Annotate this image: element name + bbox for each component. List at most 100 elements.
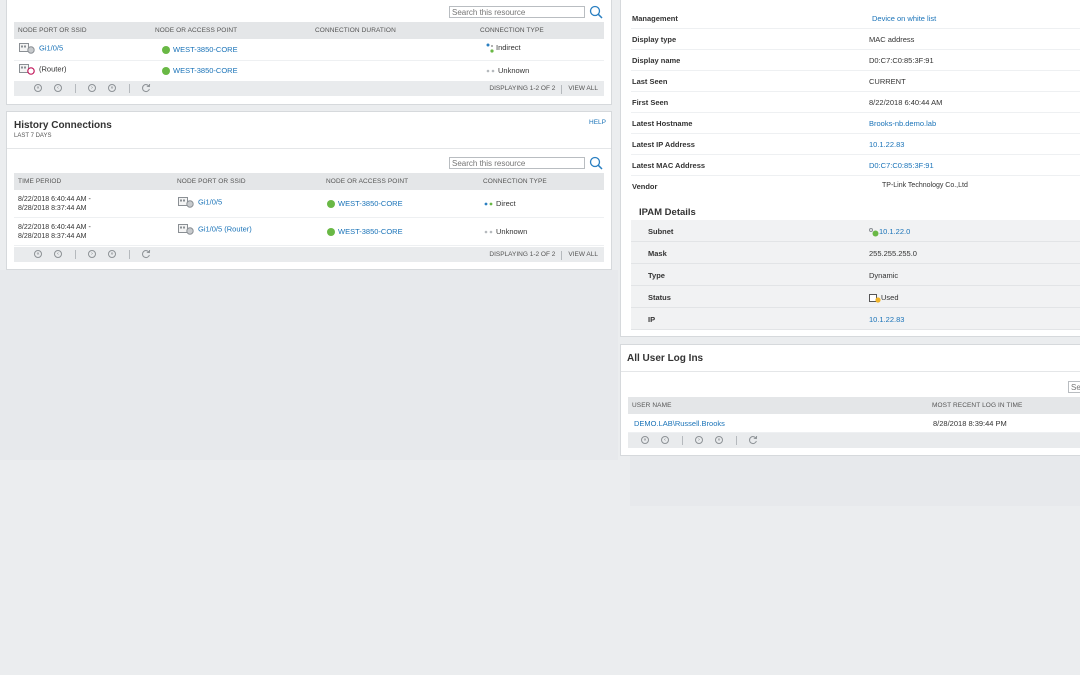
first-page-icon[interactable]: « — [34, 250, 42, 258]
connection-type-cell: Unknown — [486, 66, 529, 75]
displaying-count: DISPLAYING 1-2 OF 2 — [489, 251, 556, 258]
search-icon[interactable] — [589, 156, 603, 170]
next-page-icon[interactable]: › — [88, 84, 96, 92]
detail-row-ip-address: Latest IP Address 10.1.22.83 — [631, 133, 1080, 155]
ip-link[interactable]: 10.1.22.83 — [869, 315, 904, 324]
connection-type-cell: Direct — [484, 199, 516, 208]
port-link[interactable]: Gi1/0/5 — [198, 197, 222, 206]
period-end: 8/28/2018 8:37:44 AM — [18, 233, 87, 240]
user-logins-panel: All User Log Ins USER NAME MOST RECENT L… — [620, 344, 1080, 456]
ipam-label: IP — [648, 315, 656, 324]
refresh-icon[interactable] — [141, 249, 151, 259]
ipam-value: 10.1.22.0 — [869, 227, 910, 237]
current-connections-panel: NODE PORT OR SSID NODE OR ACCESS POINT C… — [6, 0, 612, 105]
node-link[interactable]: WEST-3850-CORE — [173, 66, 238, 75]
column-header[interactable]: USER NAME — [632, 402, 672, 409]
refresh-icon[interactable] — [748, 435, 758, 445]
node-link[interactable]: WEST-3850-CORE — [338, 227, 403, 236]
search-input[interactable] — [449, 6, 585, 18]
next-page-icon[interactable]: › — [88, 250, 96, 258]
search-row — [449, 5, 603, 19]
table-header: NODE PORT OR SSID NODE OR ACCESS POINT C… — [14, 22, 604, 39]
view-all-link[interactable]: VIEW ALL — [568, 251, 598, 260]
subnet-link[interactable]: 10.1.22.0 — [879, 227, 910, 236]
detail-label: Latest Hostname — [632, 119, 693, 128]
divider — [129, 84, 130, 93]
port-text: (Router) — [39, 64, 67, 74]
router-icon — [19, 64, 35, 75]
column-header[interactable]: NODE PORT OR SSID — [177, 178, 246, 185]
next-page-icon[interactable]: › — [695, 436, 703, 444]
search-input[interactable] — [449, 157, 585, 169]
status-up-icon — [327, 228, 335, 237]
table-row: (Router) WEST-3850-CORE Unknown — [14, 60, 604, 82]
column-header[interactable]: NODE OR ACCESS POINT — [155, 27, 237, 34]
port-link[interactable]: Gi1/0/5 (Router) — [198, 224, 252, 233]
detail-label: Last Seen — [632, 77, 668, 86]
first-page-icon[interactable]: « — [34, 84, 42, 92]
table-row: DEMO.LAB\Russell.Brooks 8/28/2018 8:39:4… — [628, 414, 1080, 433]
subnet-icon — [869, 227, 879, 237]
connection-type-text: Unknown — [496, 227, 528, 236]
ipam-row-mask: Mask 255.255.255.0 — [631, 242, 1080, 264]
connection-type-text: Direct — [496, 199, 516, 208]
status-text: Used — [881, 293, 899, 302]
column-header[interactable]: CONNECTION TYPE — [483, 178, 547, 185]
refresh-icon[interactable] — [141, 83, 151, 93]
last-page-icon[interactable]: » — [108, 84, 116, 92]
prev-page-icon[interactable]: ‹ — [54, 250, 62, 258]
search-row — [449, 156, 603, 170]
divider — [621, 371, 1080, 372]
switch-port-icon — [178, 224, 194, 235]
detail-value: CURRENT — [869, 77, 906, 86]
column-header[interactable]: NODE PORT OR SSID — [18, 27, 87, 34]
node-link[interactable]: WEST-3850-CORE — [338, 199, 403, 208]
ipam-label: Status — [648, 293, 671, 302]
first-page-icon[interactable]: « — [641, 436, 649, 444]
displaying-count: DISPLAYING 1-2 OF 2 — [489, 85, 556, 92]
prev-page-icon[interactable]: ‹ — [661, 436, 669, 444]
ip-address-link[interactable]: 10.1.22.83 — [869, 140, 904, 149]
login-time: 8/28/2018 8:39:44 PM — [933, 419, 1007, 428]
node-cell: WEST-3850-CORE — [162, 66, 238, 76]
divider — [75, 84, 76, 93]
pager: « ‹ › » DISPLAYING 1-2 OF 2 VIEW ALL — [14, 247, 604, 262]
node-link[interactable]: WEST-3850-CORE — [173, 45, 238, 54]
port-cell: (Router) — [19, 64, 67, 75]
prev-page-icon[interactable]: ‹ — [54, 84, 62, 92]
column-background — [0, 270, 618, 460]
user-name-link[interactable]: DEMO.LAB\Russell.Brooks — [634, 419, 725, 428]
table-row: 8/22/2018 6:40:44 AM - 8/28/2018 8:37:44 … — [14, 190, 604, 218]
management-link[interactable]: Device on white list — [872, 14, 936, 23]
mac-address-link[interactable]: D0:C7:C0:85:3F:91 — [869, 161, 934, 170]
ipam-row-ip: IP 10.1.22.83 — [631, 308, 1080, 330]
port-cell: Gi1/0/5 — [178, 197, 222, 208]
last-page-icon[interactable]: » — [108, 250, 116, 258]
hostname-link[interactable]: Brooks-nb.demo.lab — [869, 119, 936, 128]
detail-label: Display name — [632, 56, 681, 65]
view-all-link[interactable]: VIEW ALL — [568, 85, 598, 94]
connection-type-cell: Unknown — [484, 227, 527, 236]
column-header[interactable]: CONNECTION TYPE — [480, 27, 544, 34]
column-header[interactable]: MOST RECENT LOG IN TIME — [932, 402, 1022, 409]
node-cell: WEST-3850-CORE — [327, 199, 403, 209]
help-link[interactable]: HELP — [589, 119, 606, 126]
period-start: 8/22/2018 6:40:44 AM - — [18, 196, 91, 203]
port-link[interactable]: Gi1/0/5 — [39, 43, 63, 52]
last-page-icon[interactable]: » — [715, 436, 723, 444]
column-header[interactable]: CONNECTION DURATION — [315, 27, 396, 34]
column-header[interactable]: TIME PERIOD — [18, 178, 61, 185]
detail-row-display-type: Display type MAC address — [631, 28, 1080, 50]
column-header[interactable]: NODE OR ACCESS POINT — [326, 178, 408, 185]
pager: « ‹ › » — [628, 433, 1080, 448]
detail-row-management: Management Device on white list — [631, 7, 1080, 29]
ipam-label: Type — [648, 271, 665, 280]
divider — [682, 436, 683, 445]
pager-info: DISPLAYING 1-2 OF 2 VIEW ALL — [489, 85, 598, 94]
search-icon[interactable] — [589, 5, 603, 19]
detail-value: D0:C7:C0:85:3F:91 — [869, 56, 934, 65]
search-input[interactable] — [1068, 381, 1080, 393]
detail-row-vendor: Vendor TP-Link Technology Co.,Ltd — [631, 175, 1080, 196]
status-up-icon — [327, 200, 335, 209]
divider — [75, 250, 76, 259]
